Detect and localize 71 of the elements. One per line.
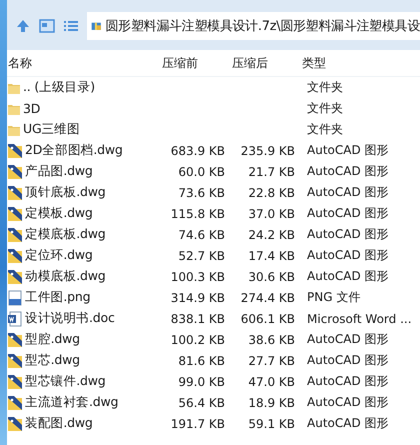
file-name[interactable]: 设计说明书.doc [7,310,161,327]
file-type: 文件夹 [306,79,344,96]
file-type: Microsoft Word ... [306,312,413,326]
file-type: AutoCAD 图形 [306,268,390,285]
file-name[interactable]: 定位环.dwg [7,247,161,264]
compressed-size: 235.9 KB [240,144,296,158]
original-size: 314.9 KB [170,290,226,304]
file-type: AutoCAD 图形 [306,184,390,201]
compressed-size: 38.6 KB [247,332,296,346]
file-name[interactable]: 型芯镶件.dwg [7,373,161,390]
file-type: AutoCAD 图形 [306,163,390,180]
file-name[interactable]: 动模底板.dwg [7,268,161,285]
original-size: 73.6 KB [177,186,226,200]
original-size: 52.7 KB [177,248,226,262]
file-type: 文件夹 [306,121,344,138]
file-name[interactable]: .. (上级目录) [7,79,161,96]
file-name[interactable]: 工件图.png [7,289,161,306]
list-icon[interactable] [63,19,79,33]
file-type: AutoCAD 图形 [306,226,390,243]
compressed-size: 606.1 KB [240,312,296,326]
compressed-size: 47.0 KB [247,374,296,388]
file-type: AutoCAD 图形 [306,373,390,390]
file-name[interactable]: 主流道衬套.dwg [7,394,161,411]
original-size: 99.0 KB [177,374,226,388]
original-size: 60.0 KB [177,164,226,178]
file-type: AutoCAD 图形 [306,352,390,369]
compressed-size: 21.7 KB [247,164,296,178]
file-name[interactable]: UG三维图 [7,121,161,138]
original-size: 81.6 KB [177,354,226,368]
original-size: 115.8 KB [170,206,226,220]
file-name[interactable]: 2D全部图档.dwg [7,142,161,159]
compressed-size: 59.1 KB [247,416,296,430]
original-size: 100.2 KB [170,332,226,346]
compressed-size: 18.9 KB [247,396,296,410]
address-path: 圆形塑料漏斗注塑模具设计.7z\圆形塑料漏斗注塑模具设 [105,18,420,35]
compressed-size: 24.2 KB [247,228,296,242]
compressed-size: 27.7 KB [247,354,296,368]
file-type: AutoCAD 图形 [306,331,390,348]
file-type: AutoCAD 图形 [306,247,390,264]
file-type: AutoCAD 图形 [306,394,390,411]
column-header[interactable]: 压缩前 [161,54,231,72]
file-type: AutoCAD 图形 [306,142,390,159]
compressed-size: 30.6 KB [247,270,296,284]
file-type: AutoCAD 图形 [306,415,390,432]
column-header[interactable]: 压缩后 [231,54,301,72]
original-size: 838.1 KB [170,312,226,326]
original-size: 100.3 KB [170,270,226,284]
file-name[interactable]: 装配图.dwg [7,415,161,432]
file-name[interactable]: 型腔.dwg [7,331,161,348]
column-header[interactable]: 名称 [7,54,161,72]
file-type: AutoCAD 图形 [306,205,390,222]
file-name[interactable]: 3D [7,101,161,116]
file-name[interactable]: 定模底板.dwg [7,226,161,243]
original-size: 191.7 KB [170,416,226,430]
file-type: 文件夹 [306,100,344,117]
original-size: 683.9 KB [170,144,226,158]
original-size: 74.6 KB [177,228,226,242]
compressed-size: 274.4 KB [240,290,296,304]
original-size: 56.4 KB [177,396,226,410]
file-name[interactable]: 定模板.dwg [7,205,161,222]
compressed-size: 22.8 KB [247,186,296,200]
file-name[interactable]: 产品图.dwg [7,163,161,180]
up-arrow-icon[interactable] [15,18,31,34]
compressed-size: 37.0 KB [247,206,296,220]
file-type: PNG 文件 [306,289,362,306]
address-bar[interactable]: 圆形塑料漏斗注塑模具设计.7z\圆形塑料漏斗注塑模具设 [87,12,420,40]
window-icon[interactable] [39,19,55,33]
file-name[interactable]: 顶针底板.dwg [7,184,161,201]
compressed-size: 17.4 KB [247,248,296,262]
column-header[interactable]: 类型 [301,54,420,72]
file-name[interactable]: 型芯.dwg [7,352,161,369]
